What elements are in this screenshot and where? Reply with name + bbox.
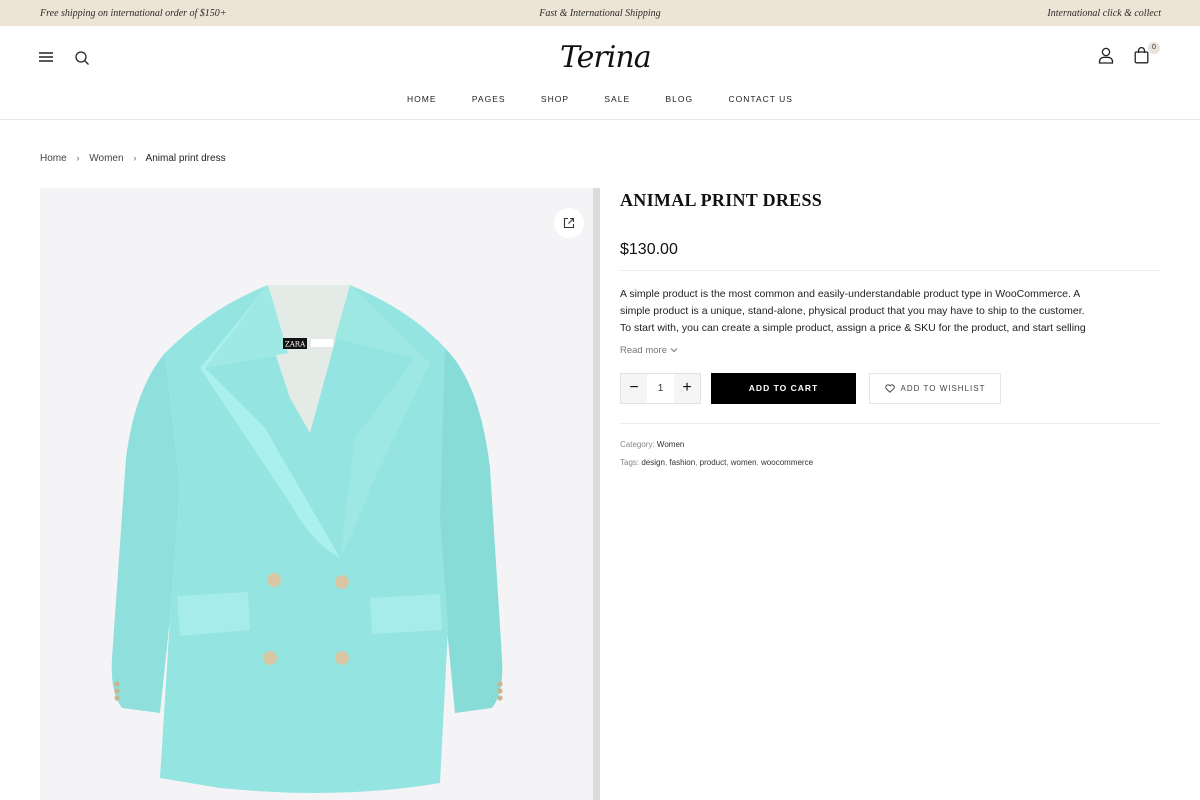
description-line: A simple product is the most common and … (620, 288, 1081, 300)
breadcrumb-category[interactable]: Women (89, 153, 123, 164)
nav-item-sale[interactable]: SALE (604, 94, 630, 104)
chevron-down-icon (670, 348, 677, 353)
site-header: Terina 0 HOME PAGES SHOP SALE BLOG CONTA… (0, 26, 1200, 120)
quantity-decrease-button[interactable]: − (621, 374, 647, 403)
announcement-bar: Free shipping on international order of … (0, 0, 1200, 26)
product-tags: Tags: design, fashion, product, women, w… (620, 458, 814, 467)
nav-item-shop[interactable]: SHOP (541, 94, 569, 104)
chevron-right-icon: › (76, 153, 80, 163)
product-category: Category: Women (620, 440, 684, 449)
tag-link[interactable]: design (641, 458, 665, 467)
breadcrumb: Home › Women › Animal print dress (40, 153, 226, 164)
site-logo[interactable]: Terina (560, 38, 652, 78)
search-icon[interactable] (74, 50, 90, 71)
quantity-stepper: − 1 + (620, 373, 701, 404)
description-line: To start with, you can create a simple p… (620, 322, 1086, 334)
tags-label: Tags: (620, 458, 640, 467)
tag-link[interactable]: fashion (669, 458, 695, 467)
category-link[interactable]: Women (657, 440, 684, 449)
topbar-center-text: Fast & International Shipping (539, 8, 661, 19)
expand-image-button[interactable] (554, 208, 584, 238)
quantity-increase-button[interactable]: + (674, 374, 700, 403)
chevron-right-icon: › (133, 153, 137, 163)
read-more-label: Read more (620, 345, 667, 356)
nav-item-pages[interactable]: PAGES (472, 94, 506, 104)
quantity-input[interactable]: 1 (647, 374, 674, 403)
product-title: ANIMAL PRINT DRESS (620, 190, 823, 210)
breadcrumb-home[interactable]: Home (40, 153, 67, 164)
nav-item-home[interactable]: HOME (407, 94, 437, 104)
cart-icon[interactable] (1134, 47, 1149, 69)
topbar-right-text: International click & collect (1047, 8, 1161, 19)
nav-item-blog[interactable]: BLOG (666, 94, 694, 104)
nav-item-contact[interactable]: CONTACT US (729, 94, 793, 104)
cart-count-badge: 0 (1148, 42, 1160, 54)
category-label: Category: (620, 440, 655, 449)
tag-link[interactable]: woocommerce (761, 458, 813, 467)
external-link-icon (563, 217, 575, 229)
menu-icon[interactable] (38, 50, 54, 68)
gallery-next-image-edge (593, 188, 600, 800)
zara-label: ZARA (285, 341, 306, 349)
wishlist-label: ADD TO WISHLIST (900, 384, 986, 393)
product-image: ZARA (111, 285, 503, 793)
account-icon[interactable] (1098, 47, 1114, 69)
tag-link[interactable]: women (731, 458, 757, 467)
heart-icon (884, 384, 895, 393)
tag-link[interactable]: product (700, 458, 727, 467)
read-more-link[interactable]: Read more (620, 345, 678, 356)
add-to-cart-button[interactable]: ADD TO CART (711, 373, 856, 404)
product-gallery[interactable]: ZARA (40, 188, 593, 800)
description-line: simple product is a unique, stand-alone,… (620, 305, 1085, 317)
divider (620, 423, 1160, 424)
product-price: $130.00 (620, 241, 678, 258)
add-to-wishlist-button[interactable]: ADD TO WISHLIST (869, 373, 1001, 404)
main-nav: HOME PAGES SHOP SALE BLOG CONTACT US (0, 94, 1200, 104)
divider (620, 270, 1160, 271)
product-description: A simple product is the most common and … (620, 286, 1120, 337)
breadcrumb-current: Animal print dress (145, 153, 226, 164)
